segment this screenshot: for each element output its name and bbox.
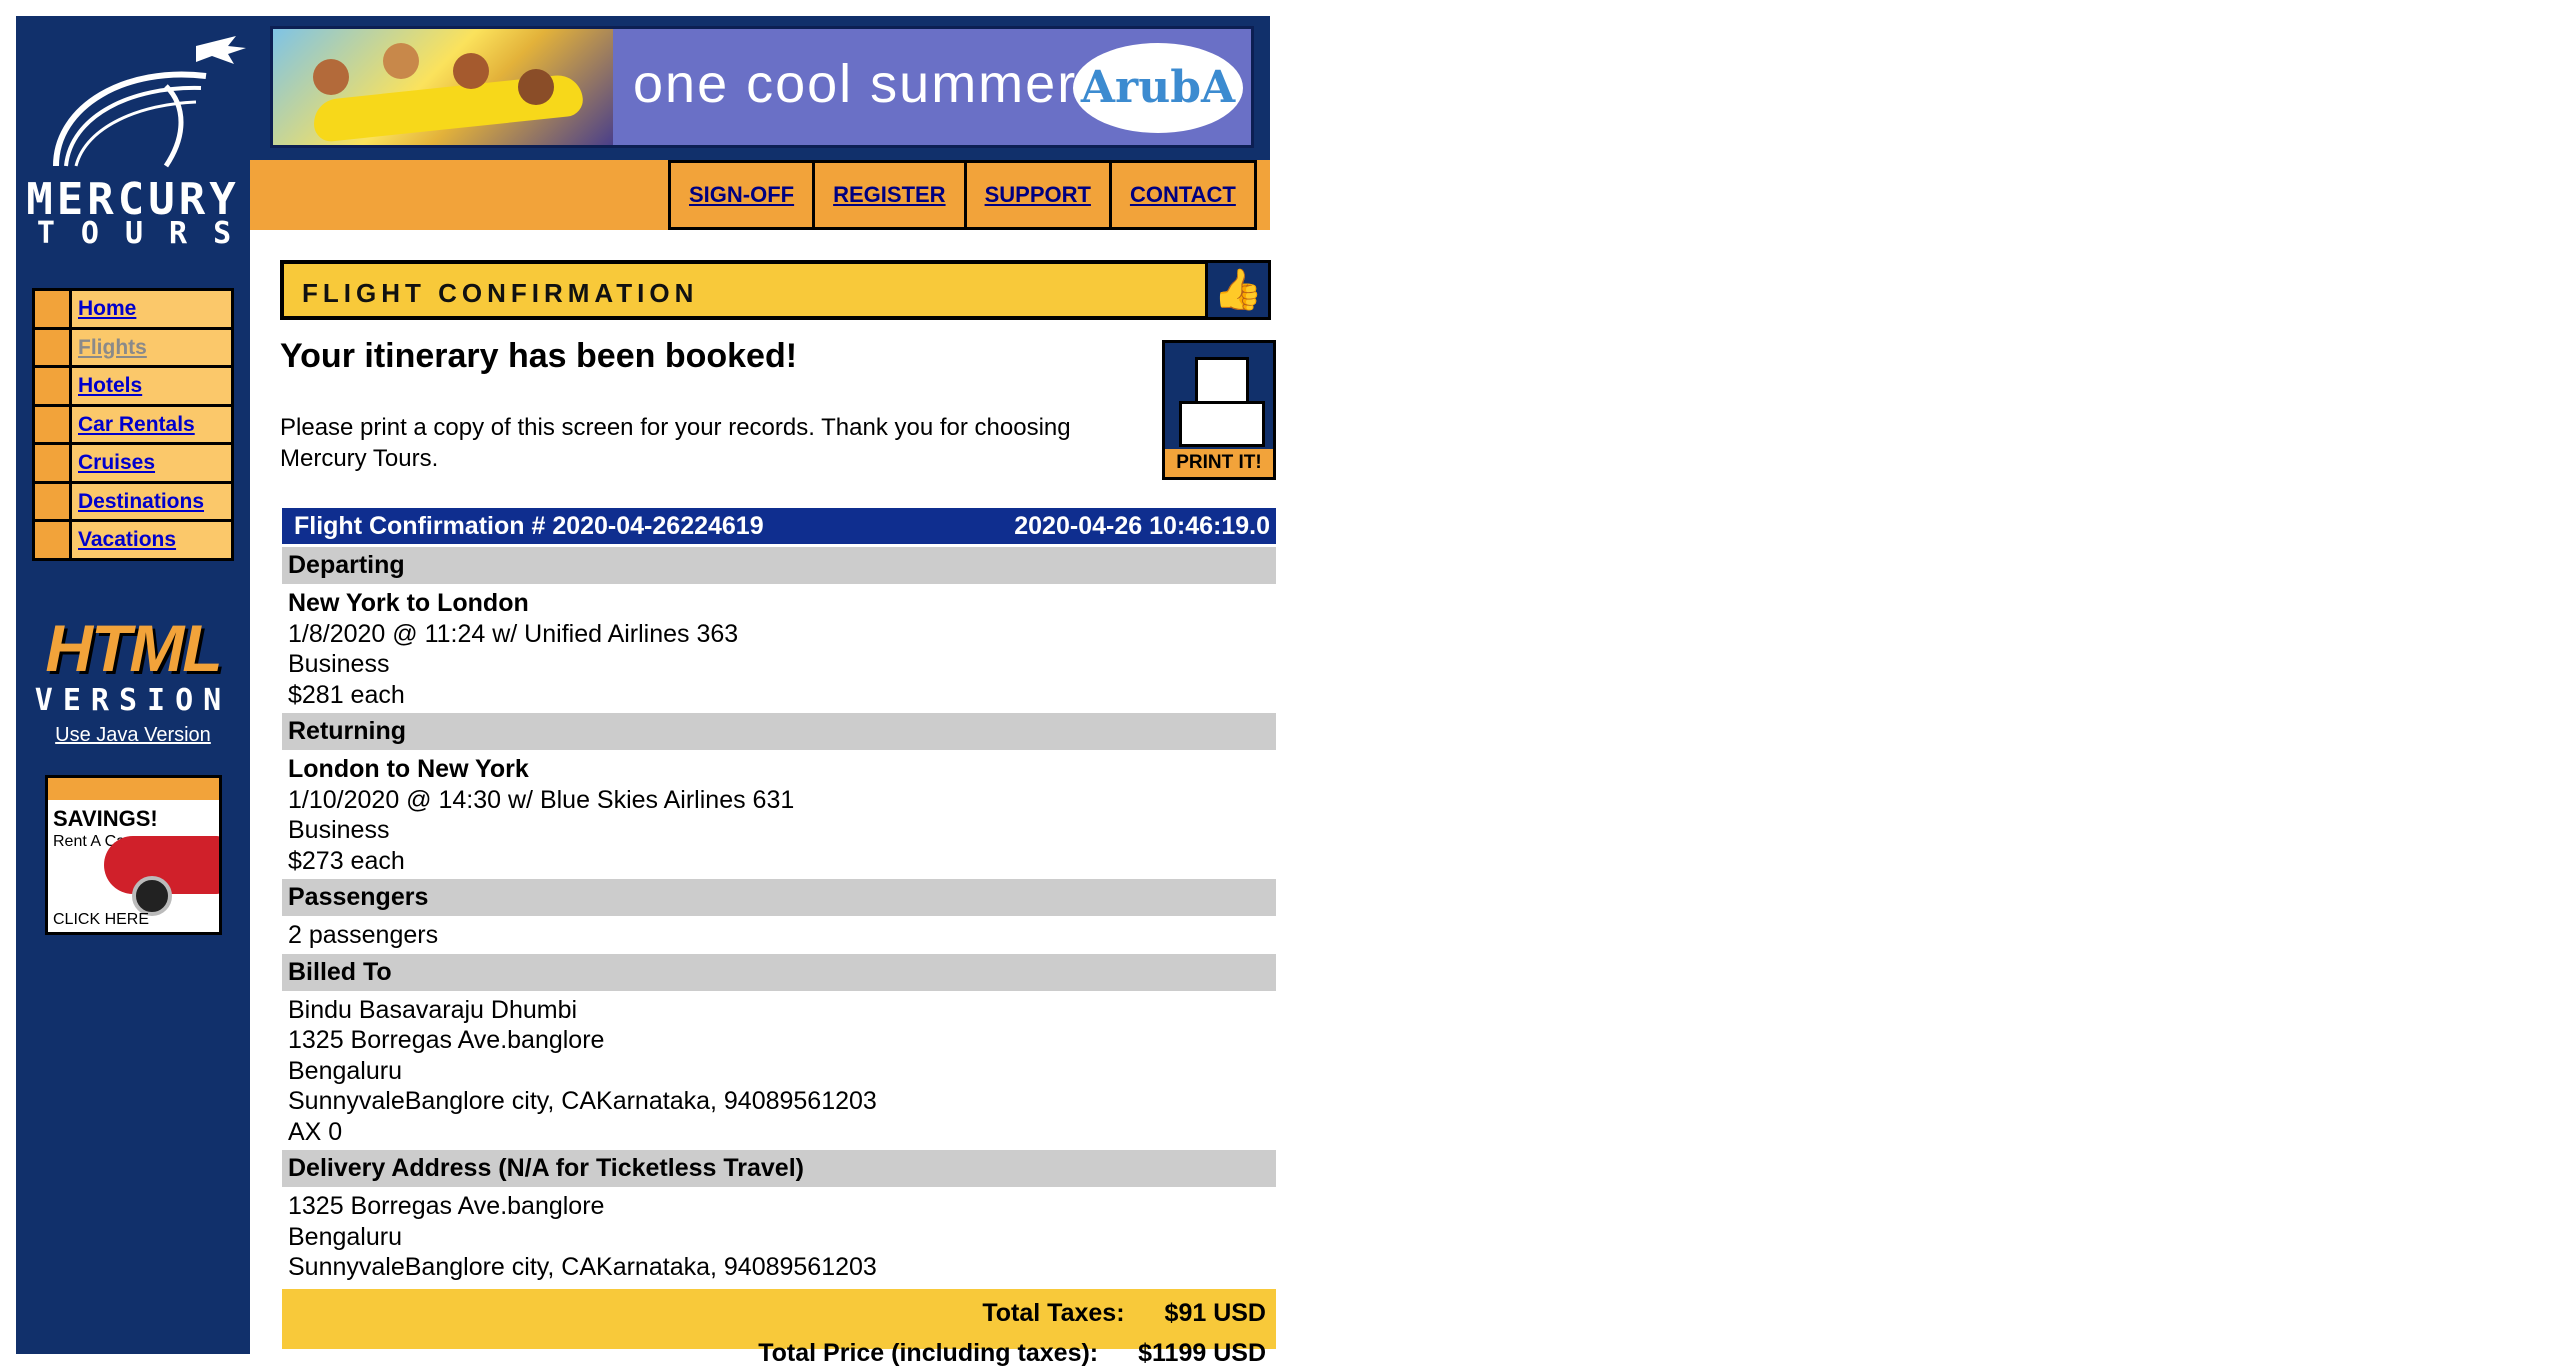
nav-contact[interactable]: CONTACT [1111,160,1257,230]
delivery-city: Bengaluru [288,1222,402,1251]
thumbs-up-icon: 👍 [1205,260,1271,320]
print-message: Please print a copy of this screen for y… [280,414,1071,472]
returning-heading: Returning [282,713,1276,750]
mercury-tours-logo[interactable]: MERCURY TOURS [16,16,250,256]
menu-item-flights: Flights [35,329,231,365]
menu-item-home: Home [35,291,231,327]
itinerary-table: Flight Confirmation # 2020-04-26224619 2… [282,508,1276,1367]
java-version-link[interactable]: Use Java Version [16,724,250,747]
billed-to-details: Bindu Basavaraju Dhumbi 1325 Borregas Av… [282,991,1276,1148]
billed-to-heading: Billed To [282,953,1276,991]
menu-link-car-rentals[interactable]: Car Rentals [78,413,195,436]
departing-route: New York to London [288,589,529,617]
returning-details: London to New York 1/10/2020 @ 14:30 w/ … [282,750,1276,876]
departing-price: $281 each [288,680,405,709]
html-version-badge: HTML VERSION Use Java Version [16,612,250,747]
menu-item-vacations: Vacations [35,522,231,558]
booked-title: Your itinerary has been booked! [280,337,798,375]
delivery-state-line: SunnyvaleBanglore city, CAKarnataka, 940… [288,1253,877,1281]
html-version-subtitle: VERSION [34,683,232,718]
confirmation-header-text: FLIGHT CONFIRMATION [302,278,699,308]
menu-item-destinations: Destinations [35,483,231,519]
total-taxes-label: Total Taxes: [982,1298,1125,1327]
menu-link-destinations[interactable]: Destinations [78,490,204,513]
menu-link-cruises[interactable]: Cruises [78,451,155,474]
savings-title: SAVINGS! [53,806,158,831]
total-price-label: Total Price (including taxes): [758,1338,1099,1367]
top-nav: SIGN-OFF REGISTER SUPPORT CONTACT [668,160,1257,230]
confirmation-number: Flight Confirmation # 2020-04-26224619 [294,511,764,540]
billed-city: Bengaluru [288,1056,402,1085]
billed-name: Bindu Basavaraju Dhumbi [288,995,578,1024]
billed-state-line: SunnyvaleBanglore city, CAKarnataka, 940… [288,1087,877,1115]
plane-logo-icon [53,36,246,168]
billed-address: 1325 Borregas Ave.banglore [288,1026,605,1054]
nav-sign-off[interactable]: SIGN-OFF [668,160,816,230]
returning-route: London to New York [288,755,529,783]
menu-link-home[interactable]: Home [78,297,136,320]
billed-card: AX 0 [288,1117,343,1146]
total-taxes-value: $91 USD [1164,1298,1266,1327]
delivery-heading: Delivery Address (N/A for Ticketless Tra… [282,1150,1276,1187]
menu-link-vacations[interactable]: Vacations [78,528,176,551]
confirmation-header: FLIGHT CONFIRMATION [280,260,1205,320]
returning-price: $273 each [288,846,405,875]
departing-heading: Departing [282,547,1276,584]
html-version-title: HTML [45,611,222,685]
passengers-details: 2 passengers [282,916,1276,951]
brand-sub: TOURS [36,216,258,251]
left-menu: Home Flights Hotels Car Rentals Cruises … [32,288,234,561]
totals-block: Total Taxes: $91 USD Total Price (includ… [282,1288,1276,1367]
print-button-label: PRINT IT! [1165,449,1273,477]
savings-cta: CLICK HERE [53,911,150,928]
print-button[interactable]: PRINT IT! [1162,340,1276,480]
total-price-row: Total Price (including taxes): $1199 USD [758,1339,1266,1368]
departing-flight: 1/8/2020 @ 11:24 w/ Unified Airlines 363 [288,619,739,648]
aruba-logo: ArubA [1073,43,1243,133]
departing-details: New York to London 1/8/2020 @ 11:24 w/ U… [282,584,1276,710]
banner-photo [273,29,613,145]
confirmation-timestamp: 2020-04-26 10:46:19.0 [1014,511,1270,540]
delivery-address: 1325 Borregas Ave.banglore [288,1192,605,1220]
menu-item-cruises: Cruises [35,445,231,481]
nav-support[interactable]: SUPPORT [966,160,1112,230]
wheel-icon [132,876,172,916]
delivery-details: 1325 Borregas Ave.banglore Bengaluru Sun… [282,1187,1276,1283]
total-price-value: $1199 USD [1138,1338,1266,1367]
passengers-count: 2 passengers [288,921,439,949]
menu-item-hotels: Hotels [35,368,231,404]
savings-ad[interactable]: SAVINGS! Rent A Car CLICK HERE [45,775,222,935]
confirmation-row: Flight Confirmation # 2020-04-26224619 2… [282,508,1276,544]
returning-class: Business [288,816,390,844]
menu-item-car-rentals: Car Rentals [35,406,231,442]
returning-flight: 1/10/2020 @ 14:30 w/ Blue Skies Airlines… [288,785,795,814]
banner-tagline: one cool summer [633,54,1078,114]
menu-link-hotels[interactable]: Hotels [78,374,142,397]
total-taxes-row: Total Taxes: $91 USD [982,1299,1266,1328]
aruba-banner[interactable]: one cool summer ArubA [270,26,1254,148]
nav-register[interactable]: REGISTER [815,160,967,230]
menu-link-flights[interactable]: Flights [78,336,147,359]
passengers-heading: Passengers [282,879,1276,916]
departing-class: Business [288,650,390,678]
